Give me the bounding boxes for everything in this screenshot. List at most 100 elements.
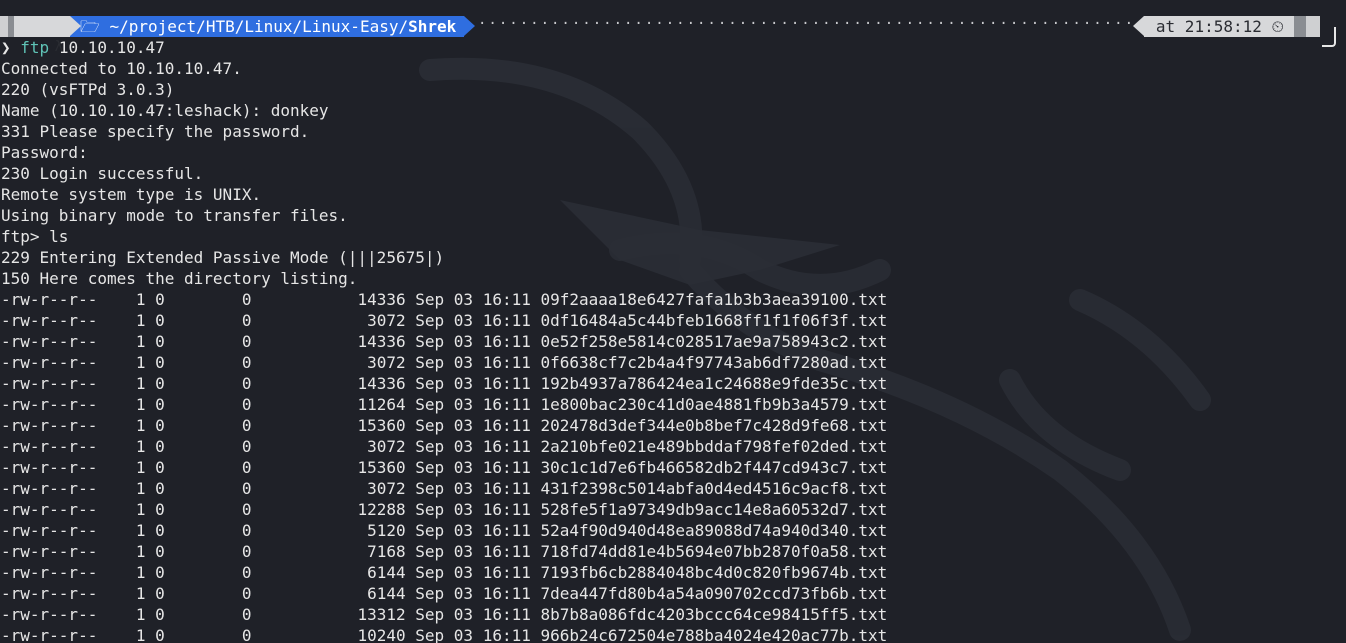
listing-date: Sep 03 16:11 [415,395,531,414]
listing-name: 528fe5f1a97349db9acc14e8a60532d7.txt [540,500,888,519]
command-program: ftp [20,38,50,57]
listing-perms: -rw-r--r-- [1,542,98,561]
listing-name: 52a4f90d940d48ea89088d74a940d340.txt [540,521,888,540]
prompt-bar: λ 🗁 ~/project/HTB/Linux/Linux-Easy/Shrek… [0,16,1346,55]
listing-group: 0 [241,353,252,372]
listing-name: 0f6638cf7c2b4a4f97743ab6df7280ad.txt [540,353,888,372]
listing-row: -rw-r--r-- 1 0 0 15360 Sep 03 16:11 30c1… [1,457,887,478]
listing-name: 7193fb6cb2884048bc4d0c820fb9674b.txt [540,563,888,582]
listing-name: 2a210bfe021e489bbddaf798fef02ded.txt [540,437,888,456]
listing-date: Sep 03 16:11 [415,626,531,643]
listing-date: Sep 03 16:11 [415,311,531,330]
listing-size: 6144 [357,563,406,582]
listing-row: -rw-r--r-- 1 0 0 10240 Sep 03 16:11 966b… [1,625,887,643]
listing-size: 7168 [357,542,406,561]
listing-row: -rw-r--r-- 1 0 0 12288 Sep 03 16:11 528f… [1,499,887,520]
listing-links: 1 [135,353,146,372]
output-line: ftp> ls [1,227,69,246]
listing-row: -rw-r--r-- 1 0 0 14336 Sep 03 16:11 192b… [1,373,887,394]
listing-size: 12288 [357,500,406,519]
listing-size: 10240 [357,626,406,643]
listing-links: 1 [135,479,146,498]
output-line: 229 Entering Extended Passive Mode (|||2… [1,248,445,267]
output-line: Remote system type is UNIX. [1,185,262,204]
listing-perms: -rw-r--r-- [1,626,98,643]
listing-date: Sep 03 16:11 [415,290,531,309]
listing-name: 718fd74dd81e4b5694e07bb2870f0a58.txt [540,542,888,561]
listing-links: 1 [135,458,146,477]
listing-size: 3072 [357,479,406,498]
listing-size: 3072 [357,311,406,330]
listing-links: 1 [135,500,146,519]
output-line: 220 (vsFTPd 3.0.3) [1,80,175,99]
listing-size: 11264 [357,395,406,414]
listing-row: -rw-r--r-- 1 0 0 5120 Sep 03 16:11 52a4f… [1,520,887,541]
command-line: ❯ ftp 10.10.10.47 [1,37,887,58]
listing-perms: -rw-r--r-- [1,374,98,393]
output-line: 150 Here comes the directory listing. [1,269,358,288]
listing-group: 0 [241,500,252,519]
directory-listing: -rw-r--r-- 1 0 0 14336 Sep 03 16:11 09f2… [1,289,887,643]
listing-group: 0 [241,584,252,603]
listing-row: -rw-r--r-- 1 0 0 3072 Sep 03 16:11 431f2… [1,478,887,499]
listing-date: Sep 03 16:11 [415,521,531,540]
listing-row: -rw-r--r-- 1 0 0 14336 Sep 03 16:11 09f2… [1,289,887,310]
listing-date: Sep 03 16:11 [415,542,531,561]
listing-name: 1e800bac230c41d0ae4881fb9b3a4579.txt [540,395,888,414]
listing-perms: -rw-r--r-- [1,311,98,330]
listing-name: 8b7b8a086fdc4203bccc64ce98415ff5.txt [540,605,888,624]
listing-links: 1 [135,542,146,561]
listing-group: 0 [241,563,252,582]
command-args: 10.10.10.47 [49,38,165,57]
listing-links: 1 [135,416,146,435]
listing-owner: 0 [155,374,165,393]
listing-links: 1 [135,626,146,643]
clock-icon: ⏲ [1271,17,1284,36]
listing-date: Sep 03 16:11 [415,353,531,372]
listing-owner: 0 [155,332,165,351]
listing-size: 13312 [357,605,406,624]
listing-links: 1 [135,332,146,351]
time-segment: at 21:58:12 ⏲ [1143,16,1294,37]
time-label: at 21:58:12 [1155,17,1262,36]
listing-name: 0df16484a5c44bfeb1668ff1f1f06f3f.txt [540,311,888,330]
listing-perms: -rw-r--r-- [1,458,98,477]
listing-owner: 0 [155,416,165,435]
listing-row: -rw-r--r-- 1 0 0 6144 Sep 03 16:11 7dea4… [1,583,887,604]
listing-date: Sep 03 16:11 [415,458,531,477]
listing-size: 14336 [357,332,406,351]
listing-perms: -rw-r--r-- [1,563,98,582]
output-line: Password: [1,143,88,162]
listing-group: 0 [241,311,252,330]
listing-date: Sep 03 16:11 [415,374,531,393]
prompt-edge-right [1306,16,1320,37]
listing-group: 0 [241,437,252,456]
listing-links: 1 [135,374,146,393]
listing-perms: -rw-r--r-- [1,521,98,540]
os-segment: λ [14,16,70,55]
listing-group: 0 [241,332,252,351]
prompt-corner [1322,27,1336,47]
listing-date: Sep 03 16:11 [415,437,531,456]
output-line: 230 Login successful. [1,164,204,183]
listing-perms: -rw-r--r-- [1,332,98,351]
listing-size: 14336 [357,290,406,309]
listing-links: 1 [135,437,146,456]
listing-group: 0 [241,542,252,561]
listing-perms: -rw-r--r-- [1,353,98,372]
listing-owner: 0 [155,395,165,414]
listing-row: -rw-r--r-- 1 0 0 11264 Sep 03 16:11 1e80… [1,394,887,415]
output-line: 331 Please specify the password. [1,122,310,141]
listing-perms: -rw-r--r-- [1,500,98,519]
listing-row: -rw-r--r-- 1 0 0 6144 Sep 03 16:11 7193f… [1,562,887,583]
listing-name: 966b24c672504e788ba4024e420ac77b.txt [540,626,888,643]
listing-name: 431f2398c5014abfa0d4ed4516c9acf8.txt [540,479,888,498]
listing-owner: 0 [155,290,165,309]
os-segment-arrow [70,16,81,36]
listing-size: 14336 [357,374,406,393]
listing-name: 09f2aaaa18e6427fafa1b3b3aea39100.txt [540,290,888,309]
listing-owner: 0 [155,521,165,540]
listing-group: 0 [241,374,252,393]
listing-row: -rw-r--r-- 1 0 0 7168 Sep 03 16:11 718fd… [1,541,887,562]
listing-group: 0 [241,416,252,435]
